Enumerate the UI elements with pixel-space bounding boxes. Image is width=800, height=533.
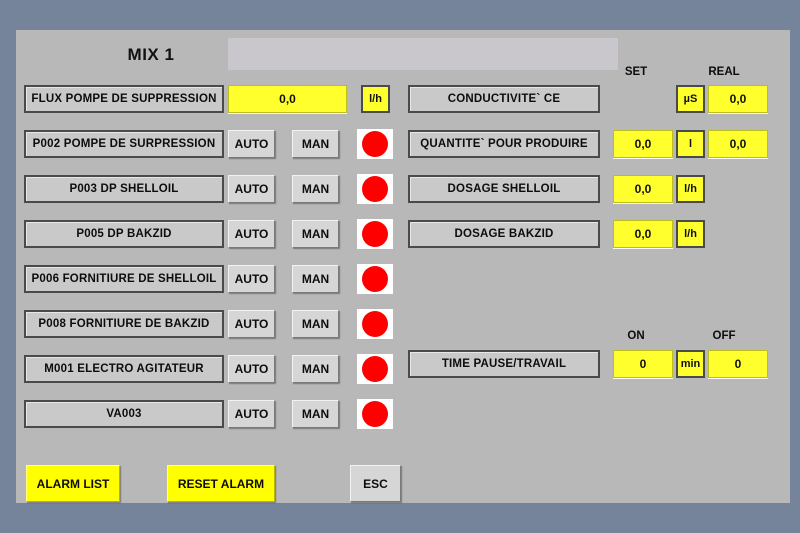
esc-button[interactable]: ESC <box>350 465 401 502</box>
status-lamp-device-2[interactable] <box>357 219 393 249</box>
lamp-indicator <box>362 401 388 427</box>
label-device-5: M001 ELECTRO AGITATEUR <box>24 355 224 383</box>
auto-button-device-2[interactable]: AUTO <box>228 220 275 248</box>
status-lamp-device-4[interactable] <box>357 309 393 339</box>
auto-button-device-4[interactable]: AUTO <box>228 310 275 338</box>
auto-button-device-1[interactable]: AUTO <box>228 175 275 203</box>
unit-right-row-2: l/h <box>676 175 705 203</box>
man-button-device-6[interactable]: MAN <box>292 400 339 428</box>
auto-button-device-3[interactable]: AUTO <box>228 265 275 293</box>
on-value-time-pause-travail[interactable]: 0 <box>613 350 673 378</box>
label-device-0: P002 POMPE DE SURPRESSION <box>24 130 224 158</box>
lamp-indicator <box>362 131 388 157</box>
label-flux-pompe-de-suppression: FLUX POMPE DE SUPPRESSION <box>24 85 224 113</box>
set-value-right-row-3[interactable]: 0,0 <box>613 220 673 248</box>
page-title: MIX 1 <box>127 45 175 64</box>
unit-flux-pompe-de-suppression: l/h <box>361 85 390 113</box>
label-device-1: P003 DP SHELLOIL <box>24 175 224 203</box>
status-lamp-device-0[interactable] <box>357 129 393 159</box>
label-device-4: P008 FORNITIURE DE BAKZID <box>24 310 224 338</box>
unit-right-row-3: l/h <box>676 220 705 248</box>
unit-right-row-0: µS <box>676 85 705 113</box>
real-value-right-row-1[interactable]: 0,0 <box>708 130 768 158</box>
caption-off: OFF <box>712 330 736 342</box>
label-right-row-2: DOSAGE SHELLOIL <box>408 175 600 203</box>
alarm-list-button[interactable]: ALARM LIST <box>26 465 120 502</box>
man-button-device-3[interactable]: MAN <box>292 265 339 293</box>
caption-real: REAL <box>708 66 740 78</box>
status-lamp-device-1[interactable] <box>357 174 393 204</box>
off-value-time-pause-travail[interactable]: 0 <box>708 350 768 378</box>
label-device-6: VA003 <box>24 400 224 428</box>
label-right-row-1: QUANTITE` POUR PRODUIRE <box>408 130 600 158</box>
set-value-right-row-2[interactable]: 0,0 <box>613 175 673 203</box>
label-device-2: P005 DP BAKZID <box>24 220 224 248</box>
reset-alarm-button[interactable]: RESET ALARM <box>167 465 275 502</box>
caption-on: ON <box>627 330 645 342</box>
value-flux-pompe-de-suppression[interactable]: 0,0 <box>228 85 347 113</box>
auto-button-device-6[interactable]: AUTO <box>228 400 275 428</box>
set-value-right-row-1[interactable]: 0,0 <box>613 130 673 158</box>
label-time-pause-travail: TIME PAUSE/TRAVAIL <box>408 350 600 378</box>
man-button-device-5[interactable]: MAN <box>292 355 339 383</box>
label-right-row-3: DOSAGE BAKZID <box>408 220 600 248</box>
auto-button-device-5[interactable]: AUTO <box>228 355 275 383</box>
hmi-panel: MIX 1 FLUX POMPE DE SUPPRESSION 0,0 l/h … <box>16 30 790 503</box>
status-lamp-device-5[interactable] <box>357 354 393 384</box>
man-button-device-0[interactable]: MAN <box>292 130 339 158</box>
lamp-indicator <box>362 266 388 292</box>
lamp-indicator <box>362 356 388 382</box>
man-button-device-2[interactable]: MAN <box>292 220 339 248</box>
caption-set: SET <box>624 66 648 78</box>
label-device-3: P006 FORNITIURE DE SHELLOIL <box>24 265 224 293</box>
lamp-indicator <box>362 221 388 247</box>
man-button-device-4[interactable]: MAN <box>292 310 339 338</box>
real-value-right-row-0[interactable]: 0,0 <box>708 85 768 113</box>
message-banner <box>228 38 618 70</box>
lamp-indicator <box>362 176 388 202</box>
status-lamp-device-3[interactable] <box>357 264 393 294</box>
unit-right-row-1: l <box>676 130 705 158</box>
unit-time-pause-travail: min <box>676 350 705 378</box>
status-lamp-device-6[interactable] <box>357 399 393 429</box>
auto-button-device-0[interactable]: AUTO <box>228 130 275 158</box>
label-right-row-0: CONDUCTIVITE` CE <box>408 85 600 113</box>
lamp-indicator <box>362 311 388 337</box>
man-button-device-1[interactable]: MAN <box>292 175 339 203</box>
